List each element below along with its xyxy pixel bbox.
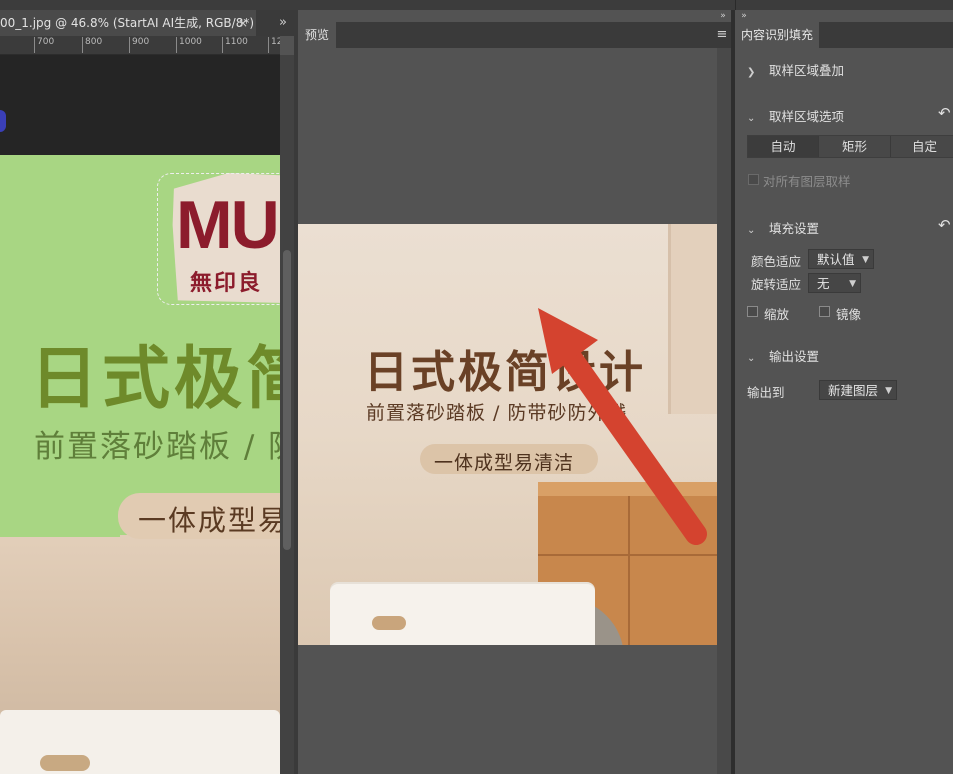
section-label: 输出设置 — [769, 349, 820, 364]
color-adaptation-select[interactable]: 默认值 ▼ — [808, 249, 874, 269]
close-icon[interactable]: × — [238, 10, 248, 36]
horizontal-ruler: 700 800 900 1000 1100 12 — [0, 36, 280, 55]
chevron-down-icon: ▼ — [885, 386, 892, 396]
chevron-down-icon: ▼ — [862, 255, 869, 265]
chevron-down-icon: ▼ — [849, 279, 856, 289]
tab-content-aware-fill[interactable]: 内容识别填充 — [735, 22, 819, 48]
brand-logo: MU — [176, 187, 280, 263]
tab-preview[interactable]: 预览 — [298, 22, 336, 48]
canvas-dark-area — [0, 55, 280, 155]
mirror-checkbox[interactable] — [819, 306, 830, 317]
canvas-pill-text: 一体成型易 — [138, 504, 280, 537]
sampling-mode-rectangle-button[interactable]: 矩形 — [819, 136, 891, 157]
arrow-annotation-icon — [538, 308, 707, 545]
ruler-tick: 700 — [34, 37, 54, 53]
scale-label: 缩放 — [764, 307, 790, 322]
preview-image[interactable]: 日式极简设计 前置落砂踏板 / 防带砂防外溅 一体成型易清洁 — [298, 224, 717, 645]
section-label: 取样区域选项 — [769, 109, 845, 124]
arrow-shaft — [549, 331, 707, 545]
top-strip — [0, 0, 953, 10]
color-adaptation-value: 默认值 — [817, 252, 855, 267]
rotation-adaptation-select[interactable]: 无 ▼ — [808, 273, 861, 293]
rotation-adaptation-label: 旋转适应 — [751, 277, 802, 292]
canvas-scrollbar[interactable] — [280, 55, 294, 774]
collapse-icon[interactable]: » — [714, 9, 732, 23]
document-tab-title: 00_1.jpg @ 46.8% (StartAI AI生成, RGB/8*) … — [0, 16, 256, 30]
section-label: 填充设置 — [769, 221, 820, 236]
sampling-mode-auto-button[interactable]: 自动 — [748, 136, 819, 157]
chevron-right-icon[interactable]: ❯ — [747, 67, 769, 78]
reset-icon[interactable]: ↶ — [938, 104, 951, 122]
collapse-icon[interactable]: » — [735, 9, 753, 23]
canvas-fill-overlay-tail — [0, 485, 120, 537]
mirror-label: 镜像 — [836, 307, 862, 322]
section-sampling-options[interactable]: ⌄ 取样区域选项 — [747, 106, 844, 125]
ruler-tick: 1100 — [222, 37, 248, 53]
chevron-down-icon[interactable]: ⌄ — [747, 353, 769, 364]
scale-checkbox[interactable] — [747, 306, 758, 317]
ruler-tick: 900 — [129, 37, 149, 53]
ruler-tick: 12 — [268, 37, 280, 53]
reset-icon[interactable]: ↶ — [938, 216, 951, 234]
sampling-mode-segmented-control: 自动 矩形 自定 — [747, 135, 953, 158]
output-to-label: 输出到 — [747, 385, 785, 400]
canvas-handle-icon[interactable] — [0, 110, 6, 132]
sample-all-layers-label: 对所有图层取样 — [763, 174, 851, 189]
preview-scrollbar[interactable] — [717, 48, 731, 774]
sample-all-layers-checkbox[interactable] — [748, 174, 759, 185]
output-to-select[interactable]: 新建图层 ▼ — [819, 380, 897, 400]
section-output-settings[interactable]: ⌄ 输出设置 — [747, 346, 819, 365]
sampling-mode-custom-button[interactable]: 自定 — [891, 136, 953, 157]
section-fill-settings[interactable]: ⌄ 填充设置 — [747, 218, 819, 237]
canvas-subline: 前置落砂踏板 / 防 — [34, 429, 280, 465]
output-to-value: 新建图层 — [828, 383, 879, 398]
document-canvas[interactable]: MU 無印良 日式极简 前置落砂踏板 / 防 一体成型易 — [0, 55, 280, 774]
section-sampling-overlay[interactable]: ❯ 取样区域叠加 — [747, 60, 844, 79]
panel-menu-icon[interactable]: ≡ — [712, 22, 732, 48]
ruler-tick: 1000 — [176, 37, 202, 53]
canvas-litter-box-handle — [40, 755, 90, 771]
chevron-down-icon[interactable]: ⌄ — [747, 225, 769, 236]
color-adaptation-label: 颜色适应 — [751, 254, 802, 269]
double-chevron-icon[interactable]: » — [270, 10, 296, 36]
section-label: 取样区域叠加 — [769, 63, 845, 78]
scrollbar-thumb[interactable] — [283, 250, 291, 550]
chevron-down-icon[interactable]: ⌄ — [747, 113, 769, 124]
brand-logo-subtitle: 無印良 — [190, 271, 263, 296]
rotation-adaptation-value: 无 — [817, 276, 830, 291]
preview-tab-bar — [298, 22, 731, 48]
canvas-headline: 日式极简 — [30, 340, 280, 419]
document-tab[interactable]: 00_1.jpg @ 46.8% (StartAI AI生成, RGB/8*) … — [0, 10, 256, 36]
ruler-tick: 800 — [82, 37, 102, 53]
